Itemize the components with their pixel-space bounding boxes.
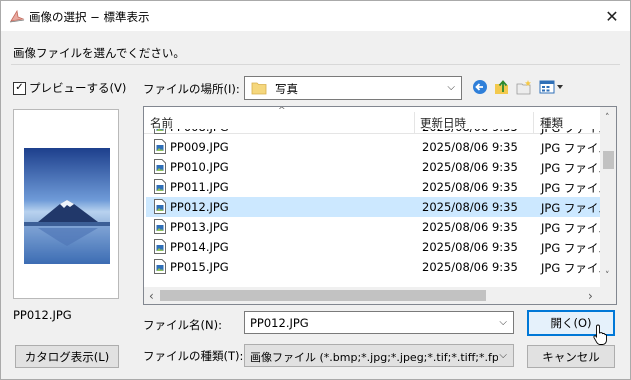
file-name: PP012.JPG	[170, 200, 229, 214]
new-folder-icon[interactable]	[515, 78, 533, 96]
file-name: PP010.JPG	[170, 160, 229, 174]
vertical-scroll-thumb[interactable]	[603, 151, 614, 169]
chevron-down-icon[interactable]: ⌵	[499, 350, 507, 361]
horizontal-scrollbar[interactable]: ‹ ›	[144, 287, 600, 304]
view-menu-icon[interactable]	[539, 78, 565, 96]
folder-icon	[251, 82, 267, 95]
app-logo-icon	[9, 9, 25, 23]
divider	[11, 64, 620, 65]
vertical-scrollbar[interactable]: ˄ ˅	[600, 107, 616, 287]
file-type: JPG ファイル	[541, 129, 600, 136]
catalog-view-button[interactable]: カタログ表示(L)	[15, 345, 119, 368]
list-item[interactable]: PP015.JPG 2025/08/06 9:35 JPG ファイル	[146, 257, 600, 277]
file-type: JPG ファイル	[541, 241, 600, 255]
chevron-down-icon[interactable]: ⌵	[499, 317, 507, 328]
close-icon: ✕	[605, 6, 619, 26]
jpg-file-icon	[154, 129, 166, 134]
list-item[interactable]: PP011.JPG 2025/08/06 9:35 JPG ファイル	[146, 177, 600, 197]
up-folder-icon[interactable]	[493, 78, 511, 96]
list-rows: PP008.JPG2025/08/06 9:35JPG ファイルPP009.JP…	[144, 129, 600, 287]
file-date: 2025/08/06 9:35	[422, 140, 518, 154]
jpg-file-icon	[154, 179, 166, 194]
list-item[interactable]: PP013.JPG 2025/08/06 9:35 JPG ファイル	[146, 217, 600, 237]
file-name: PP015.JPG	[170, 260, 229, 274]
location-label: ファイルの場所(I):	[143, 82, 240, 96]
filetype-label: ファイルの種類(T):	[143, 349, 244, 363]
file-name: PP011.JPG	[170, 180, 229, 194]
file-date: 2025/08/06 9:35	[422, 260, 518, 274]
jpg-file-icon	[154, 259, 166, 274]
scroll-up-icon[interactable]: ˄	[605, 113, 610, 123]
checkbox-box[interactable]: ✓	[13, 81, 26, 95]
location-combobox[interactable]: 写真 ⌵	[244, 76, 462, 100]
location-value: 写真	[275, 82, 298, 96]
file-open-dialog: 画像の選択 − 標準表示 ✕ 画像ファイルを選んでください。 ✓ プレビューする…	[0, 0, 631, 380]
filename-label: ファイル名(N):	[143, 318, 222, 332]
mouse-cursor-icon	[593, 324, 607, 345]
list-item[interactable]: PP010.JPG 2025/08/06 9:35 JPG ファイル	[146, 157, 600, 177]
instruction-text: 画像ファイルを選んでください。	[13, 46, 185, 60]
file-name: PP013.JPG	[170, 220, 229, 234]
scroll-right-icon[interactable]: ›	[588, 289, 593, 303]
jpg-file-icon	[154, 139, 166, 154]
preview-checkbox[interactable]: ✓ プレビューする(V)	[13, 80, 126, 96]
chevron-down-icon[interactable]: ⌵	[447, 82, 455, 93]
jpg-file-icon	[154, 159, 166, 174]
jpg-file-icon	[154, 219, 166, 234]
file-date: 2025/08/06 9:35	[422, 180, 518, 194]
file-date: 2025/08/06 9:35	[422, 160, 518, 174]
scroll-down-icon[interactable]: ˅	[605, 271, 610, 281]
close-button[interactable]: ✕	[600, 5, 624, 27]
file-date: 2025/08/06 9:35	[422, 240, 518, 254]
filename-combobox[interactable]: PP012.JPG ⌵	[244, 311, 514, 334]
jpg-file-icon	[154, 239, 166, 254]
horizontal-scroll-thumb[interactable]	[160, 290, 486, 301]
filename-value[interactable]: PP012.JPG	[250, 316, 309, 330]
file-name: PP009.JPG	[170, 140, 229, 154]
file-date: 2025/08/06 9:35	[422, 220, 518, 234]
file-date: 2025/08/06 9:35	[422, 129, 518, 134]
preview-image	[24, 148, 110, 264]
check-icon: ✓	[15, 82, 24, 93]
file-type: JPG ファイル	[541, 181, 600, 195]
scrollbar-corner	[600, 287, 616, 304]
cancel-button[interactable]: キャンセル	[527, 345, 615, 368]
back-icon[interactable]	[471, 78, 489, 96]
file-list[interactable]: ^ 名前 更新日時 種類 PP008.JPG2025/08/06 9:35JPG…	[143, 106, 617, 305]
file-type: JPG ファイル	[541, 161, 600, 175]
file-date: 2025/08/06 9:35	[422, 200, 518, 214]
file-name: PP008.JPG	[170, 129, 229, 134]
list-item[interactable]: PP009.JPG 2025/08/06 9:35 JPG ファイル	[146, 137, 600, 157]
sort-ascending-icon: ^	[278, 106, 286, 116]
title-bar: 画像の選択 − 標準表示 ✕	[1, 1, 630, 31]
preview-filename: PP012.JPG	[13, 308, 72, 322]
jpg-file-icon	[154, 199, 166, 214]
filetype-select[interactable]: 画像ファイル (*.bmp;*.jpg;*.jpeg;*.tif;*.tiff;…	[244, 344, 514, 367]
file-name: PP014.JPG	[170, 240, 229, 254]
file-type: JPG ファイル	[541, 261, 600, 275]
list-item[interactable]: PP012.JPG 2025/08/06 9:35 JPG ファイル	[146, 197, 600, 217]
preview-label: プレビューする(V)	[29, 81, 127, 95]
scroll-left-icon[interactable]: ‹	[149, 289, 154, 303]
filetype-value: 画像ファイル (*.bmp;*.jpg;*.jpeg;*.tif;*.tiff;…	[250, 351, 498, 364]
list-item[interactable]: PP008.JPG 2025/08/06 9:35 JPG ファイル	[146, 129, 600, 137]
list-item[interactable]: PP014.JPG 2025/08/06 9:35 JPG ファイル	[146, 237, 600, 257]
file-type: JPG ファイル	[541, 221, 600, 235]
file-type: JPG ファイル	[541, 141, 600, 155]
preview-panel	[13, 109, 119, 299]
window-title: 画像の選択 − 標準表示	[29, 10, 150, 24]
file-type: JPG ファイル	[541, 201, 600, 215]
